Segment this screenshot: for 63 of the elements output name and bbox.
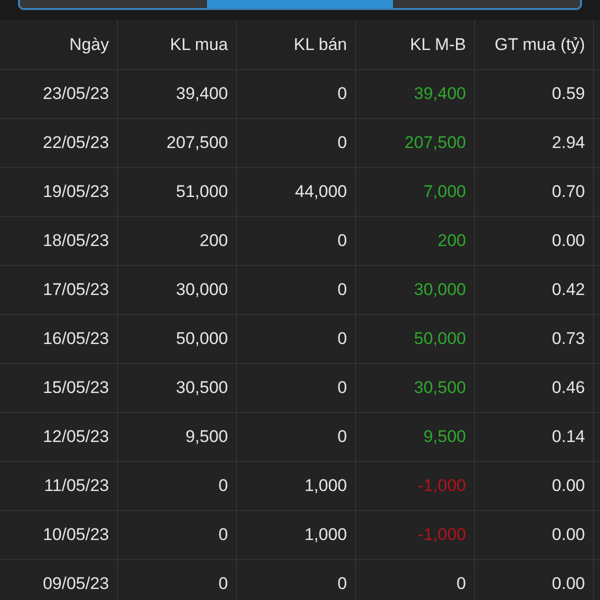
table-cell: 0 — [237, 413, 356, 461]
table-cell: 39,400 — [118, 70, 237, 118]
table-cell: 207,500 — [356, 119, 475, 167]
table-cell: -1,000 — [356, 462, 475, 510]
table-cell: 9,500 — [356, 413, 475, 461]
table-cell: 1,000 — [237, 511, 356, 559]
table-cell: 7,000 — [356, 168, 475, 216]
table-cell: 23/05/23 — [0, 70, 118, 118]
table-cell: 9,500 — [118, 413, 237, 461]
table-cell: 30,000 — [118, 266, 237, 314]
table-cell: 1,000 — [237, 462, 356, 510]
table-cell: 18/05/23 — [0, 217, 118, 265]
table-cell: 44,000 — [237, 168, 356, 216]
table-cell: 0 — [118, 462, 237, 510]
table-cell: 0.70 — [475, 168, 594, 216]
column-header: KL M-B — [356, 20, 475, 69]
table-cell: 0 — [237, 266, 356, 314]
column-header: GT mua (tỷ) — [475, 20, 594, 69]
table-cell: 39,400 — [356, 70, 475, 118]
table-cell: 0 — [237, 364, 356, 412]
table-cell: 0.42 — [475, 266, 594, 314]
column-header: KL bán — [237, 20, 356, 69]
table-cell: 0.59 — [475, 70, 594, 118]
table-cell: 17/05/23 — [0, 266, 118, 314]
table-cell: 0 — [237, 560, 356, 600]
table-cell: 0 — [237, 119, 356, 167]
table-cell: 0 — [118, 511, 237, 559]
table-cell: 0.00 — [475, 217, 594, 265]
table-cell: 0 — [237, 217, 356, 265]
table-cell: 15/05/23 — [0, 364, 118, 412]
table-cell: 50,000 — [356, 315, 475, 363]
table-cell: 0.00 — [475, 560, 594, 600]
table-cell: 0.00 — [475, 511, 594, 559]
column-header: KL mua — [118, 20, 237, 69]
table-cell: 207,500 — [118, 119, 237, 167]
table-cell: 10/05/23 — [0, 511, 118, 559]
segment-tab[interactable] — [20, 0, 207, 8]
table-cell: 0.46 — [475, 364, 594, 412]
table-cell: 50,000 — [118, 315, 237, 363]
table-cell: 12/05/23 — [0, 413, 118, 461]
table-cell: 0 — [237, 70, 356, 118]
segment-tab[interactable] — [393, 0, 580, 8]
table-cell: 30,000 — [356, 266, 475, 314]
table-cell: 19/05/23 — [0, 168, 118, 216]
table-cell: 0 — [118, 560, 237, 600]
table-cell: 16/05/23 — [0, 315, 118, 363]
table-cell: 30,500 — [118, 364, 237, 412]
table-cell: 11/05/23 — [0, 462, 118, 510]
table-cell: 2.94 — [475, 119, 594, 167]
column-header: Ngày — [0, 20, 118, 69]
table-cell: 200 — [356, 217, 475, 265]
segment-tab[interactable] — [206, 0, 394, 8]
table-cell: 0.00 — [475, 462, 594, 510]
table-cell: -1,000 — [356, 511, 475, 559]
table-cell: 0.14 — [475, 413, 594, 461]
table-cell: 0 — [356, 560, 475, 600]
table-cell: 09/05/23 — [0, 560, 118, 600]
table-cell: 200 — [118, 217, 237, 265]
table-cell: 0 — [237, 315, 356, 363]
table-cell: 51,000 — [118, 168, 237, 216]
table-cell: 22/05/23 — [0, 119, 118, 167]
table-cell: 0.73 — [475, 315, 594, 363]
table-cell: 30,500 — [356, 364, 475, 412]
